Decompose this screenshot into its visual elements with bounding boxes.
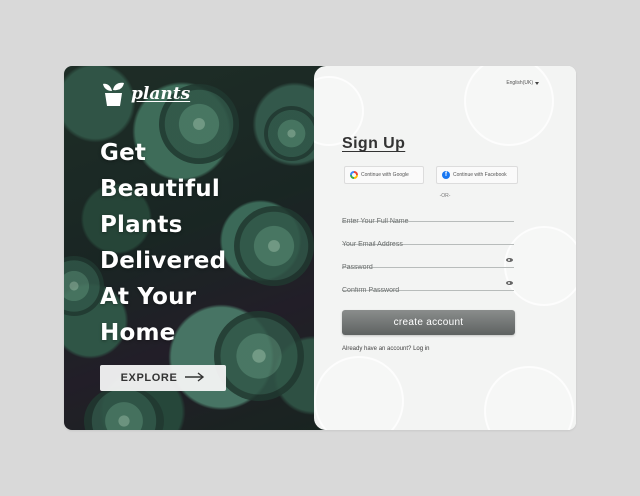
login-link[interactable]: Log in	[413, 346, 429, 352]
facebook-label: Continue with Facebook	[453, 172, 507, 178]
facebook-signin-button[interactable]: f Continue with Facebook	[436, 166, 518, 184]
hero-headline: Get Beautiful Plants Delivered At Your H…	[100, 135, 300, 351]
confirm-password-input[interactable]	[342, 284, 514, 297]
google-label: Continue with Google	[361, 172, 409, 178]
headline-line: Home	[100, 320, 176, 346]
login-prompt-text: Already have an account?	[342, 346, 412, 352]
full-name-input[interactable]	[342, 215, 514, 228]
google-signin-button[interactable]: Continue with Google	[344, 166, 424, 184]
google-icon	[350, 171, 358, 179]
hero-image-panel: plants Get Beautiful Plants Delivered At…	[64, 66, 326, 430]
brand-logo[interactable]: plants	[101, 81, 190, 107]
confirm-password-field	[342, 277, 514, 297]
headline-line: At Your	[100, 284, 197, 310]
login-prompt: Already have an account? Log in	[342, 346, 429, 352]
language-selector[interactable]: English(UK)	[506, 80, 539, 86]
brand-name: plants	[131, 84, 191, 104]
plant-pot-icon	[101, 81, 126, 107]
full-name-field	[342, 208, 514, 228]
arrow-right-icon	[185, 371, 205, 385]
language-label: English(UK)	[506, 80, 533, 86]
signup-card: plants Get Beautiful Plants Delivered At…	[64, 66, 576, 430]
or-divider: -OR-	[439, 193, 451, 199]
eye-icon[interactable]	[506, 281, 513, 285]
background-decoration	[504, 226, 576, 306]
create-account-button[interactable]: create account	[342, 310, 515, 335]
explore-button[interactable]: EXPLORE	[100, 365, 226, 391]
headline-line: Plants	[100, 212, 183, 238]
headline-line: Beautiful	[100, 176, 220, 202]
headline-line: Get	[100, 140, 147, 166]
email-input[interactable]	[342, 238, 514, 251]
explore-label: EXPLORE	[120, 372, 178, 384]
background-decoration	[464, 66, 554, 146]
headline-line: Delivered	[100, 248, 227, 274]
password-field	[342, 254, 514, 274]
background-decoration	[484, 366, 574, 430]
page-title: Sign Up	[342, 135, 406, 152]
caret-down-icon	[535, 81, 539, 85]
signup-form-panel: English(UK) Sign Up Continue with Google…	[314, 66, 576, 430]
eye-icon[interactable]	[506, 258, 513, 262]
email-field	[342, 231, 514, 251]
facebook-icon: f	[442, 171, 450, 179]
background-decoration	[314, 356, 404, 430]
password-input[interactable]	[342, 261, 514, 274]
